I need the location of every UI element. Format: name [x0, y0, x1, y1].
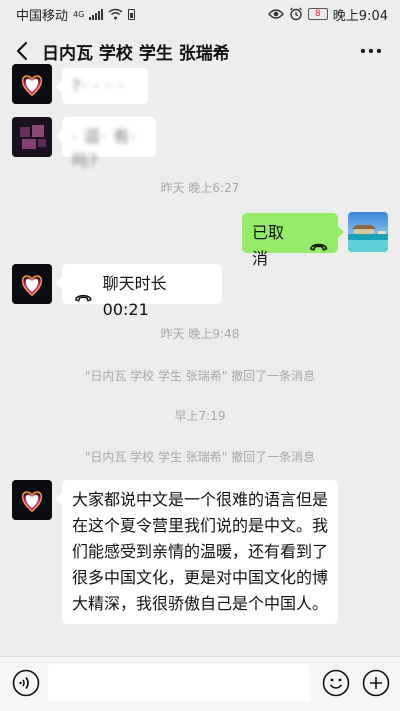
- emoji-icon[interactable]: [322, 669, 350, 697]
- contact-avatar[interactable]: [12, 117, 52, 157]
- recall-notice: "日内瓦 学校 学生 张瑞希" 撤回了一条消息: [84, 450, 316, 464]
- alarm-icon: [289, 7, 302, 21]
- timestamp: 早上7:19: [174, 409, 226, 423]
- message-text: · 逗· 有· 吗?: [72, 127, 137, 170]
- message-text: ?· · · ·: [72, 76, 125, 95]
- eye-icon: [267, 9, 284, 19]
- input-bar: [0, 656, 400, 711]
- contact-avatar[interactable]: [12, 480, 52, 520]
- voice-icon[interactable]: [12, 669, 40, 697]
- contact-avatar[interactable]: [12, 264, 52, 304]
- clock-time: 晚上9:04: [332, 8, 388, 24]
- call-message-bubble[interactable]: 已取消: [242, 213, 344, 268]
- message-bubble[interactable]: ?· · · ·: [56, 68, 148, 104]
- message-text: 已取消: [252, 223, 285, 268]
- chat-header: 日内瓦 学校 学生 张瑞希: [0, 28, 400, 74]
- message-bubble[interactable]: · 逗· 有· 吗?: [56, 117, 156, 170]
- wifi-icon: [108, 8, 123, 20]
- chat-title: 日内瓦 学校 学生 张瑞希: [42, 44, 230, 64]
- status-bar: 中国移动 4G 8 晚上9:04: [0, 0, 400, 28]
- phone-hangup-icon: [309, 243, 327, 251]
- more-icon[interactable]: [360, 42, 382, 60]
- message-text: 大家都说中文是一个很难的语言但是在这个夏令营里我们说的是中文。我们能感受到亲情的…: [72, 490, 329, 613]
- signal-icon: [89, 8, 104, 20]
- battery-saver-icon: [128, 8, 136, 20]
- timestamp: 昨天 晚上9:48: [160, 327, 240, 341]
- phone-hangup-icon: [75, 294, 92, 302]
- my-avatar[interactable]: [348, 212, 388, 252]
- recall-notice: "日内瓦 学校 学生 张瑞希" 撤回了一条消息: [84, 369, 316, 383]
- message-text: 聊天时长 00:21: [102, 274, 167, 319]
- network-type: 4G: [73, 9, 85, 19]
- plus-icon[interactable]: [362, 669, 390, 697]
- contact-avatar[interactable]: [12, 64, 52, 104]
- battery-icon: 8: [307, 8, 328, 20]
- message-input[interactable]: [48, 664, 310, 702]
- back-icon[interactable]: [12, 40, 34, 62]
- message-bubble[interactable]: 大家都说中文是一个很难的语言但是在这个夏令营里我们说的是中文。我们能感受到亲情的…: [56, 480, 338, 624]
- carrier-label: 中国移动: [16, 8, 69, 24]
- call-message-bubble[interactable]: 聊天时长 00:21: [56, 264, 222, 319]
- timestamp: 昨天 晚上6:27: [160, 181, 240, 195]
